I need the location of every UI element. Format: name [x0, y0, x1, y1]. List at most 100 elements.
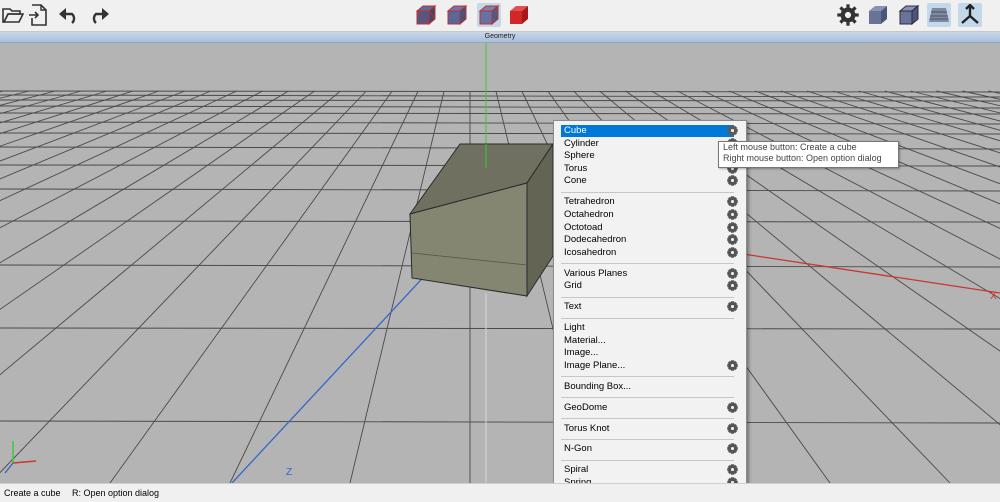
gear-icon[interactable]: [724, 267, 739, 280]
gear-icon[interactable]: [724, 422, 739, 435]
solid-cube-view-button[interactable]: [866, 3, 890, 27]
menu-item-cube[interactable]: Cube: [561, 125, 738, 137]
redo-button[interactable]: [87, 3, 111, 27]
undo-icon: [58, 6, 80, 24]
grid-line: [0, 90, 315, 310]
tooltip-line-left-click: Left mouse button: Create a cube: [723, 142, 857, 152]
menu-item-label: Material...: [564, 334, 606, 346]
menu-item-various-planes[interactable]: Various Planes: [561, 267, 738, 280]
menu-item-spiral[interactable]: Spiral: [561, 464, 738, 476]
menu-separator: [561, 192, 734, 193]
grid-line: [229, 90, 419, 483]
menu-item-tetrahedron[interactable]: Tetrahedron: [561, 196, 738, 208]
menu-separator: [561, 460, 734, 461]
menu-item-label: N-Gon: [564, 443, 592, 455]
menu-item-material[interactable]: Material...: [561, 335, 734, 347]
menu-item-label: Icosahedron: [564, 246, 617, 258]
menu-item-octotoad[interactable]: Octotoad: [561, 222, 738, 234]
menu-item-label: Light: [564, 322, 585, 333]
gear-icon[interactable]: [724, 246, 739, 259]
gear-icon[interactable]: [724, 196, 739, 208]
menu-item-torus-knot[interactable]: Torus Knot: [561, 423, 738, 435]
cube-edge-icon: [898, 4, 920, 26]
3d-viewport[interactable]: X Z: [0, 43, 1000, 483]
flat-cube-button[interactable]: [477, 3, 501, 27]
menu-separator: [561, 397, 734, 399]
gear-icon[interactable]: [724, 280, 739, 292]
gear-icon[interactable]: [724, 401, 739, 414]
menu-item-label: Image...: [564, 347, 599, 359]
menu-separator: [561, 263, 734, 265]
menu-item-image[interactable]: Image...: [561, 347, 734, 359]
gear-icon[interactable]: [724, 125, 739, 137]
menu-item-label: Dodecahedron: [564, 234, 627, 246]
menu-item-label: Image Plane...: [564, 359, 626, 371]
shaded-wire-cube-button[interactable]: [445, 3, 469, 27]
cube-red-icon: [508, 4, 530, 26]
gear-icon[interactable]: [724, 234, 739, 246]
cube-tooltip: Left mouse button: Create a cube Right m…: [718, 141, 899, 168]
cube-object[interactable]: [408, 142, 554, 298]
main-toolbar: [0, 0, 1000, 32]
undo-button[interactable]: [57, 3, 81, 27]
cube-shaded-wire-icon: [446, 4, 468, 26]
menu-separator: [561, 439, 734, 441]
status-bar: Create a cube R: Open option dialog: [0, 483, 1000, 502]
grid-line: [0, 90, 134, 135]
grid-line: [884, 90, 1000, 122]
status-hint-right: R: Open option dialog: [72, 488, 160, 498]
gear-icon[interactable]: [724, 360, 739, 372]
geometry-dropdown-menu: Cube Cylinder Sphere Torus Cone Tetrahedron Oc…: [553, 120, 747, 491]
viewport-canvas[interactable]: X Z: [0, 43, 1000, 483]
menu-item-icosahedron[interactable]: Icosahedron: [561, 246, 738, 259]
z-axis-label: Z: [286, 467, 292, 478]
menu-item-text[interactable]: Text: [561, 301, 738, 313]
grid-line: [0, 121, 1000, 125]
gear-icon[interactable]: [724, 175, 739, 187]
grid-line: [0, 90, 108, 124]
edge-cube-view-button[interactable]: [897, 3, 921, 27]
grid-line: [0, 99, 1000, 102]
menu-item-dodecahedron[interactable]: Dodecahedron: [561, 234, 738, 246]
menu-item-octahedron[interactable]: Octahedron: [561, 208, 738, 221]
menu-item-sphere[interactable]: Sphere: [561, 150, 738, 162]
grid-line: [0, 90, 341, 376]
wireframe-cube-button[interactable]: [414, 3, 438, 27]
menu-item-light[interactable]: Light: [561, 322, 734, 334]
menu-item-torus[interactable]: Torus: [561, 163, 738, 175]
menu-item-geodome[interactable]: GeoDome: [561, 401, 738, 414]
gear-icon[interactable]: [724, 209, 739, 221]
menu-item-cylinder[interactable]: Cylinder: [561, 138, 738, 150]
menu-item-bounding-box[interactable]: Bounding Box...: [561, 381, 734, 393]
cube-solid-icon: [867, 4, 889, 26]
menu-item-grid[interactable]: Grid: [561, 280, 738, 292]
gear-icon[interactable]: [724, 443, 739, 455]
floor-grid-toggle[interactable]: [927, 3, 951, 27]
gear-icon[interactable]: [724, 464, 739, 476]
grid-line: [0, 90, 4, 93]
gear-icon[interactable]: [724, 301, 739, 313]
panel-title: Geometry: [484, 33, 516, 40]
grid-line: [0, 90, 289, 264]
axes-toggle[interactable]: [958, 3, 982, 27]
cube-flat-icon: [478, 4, 500, 26]
gear-icon[interactable]: [724, 221, 739, 234]
grid-line: [0, 327, 1000, 330]
red-cube-button[interactable]: [507, 3, 531, 27]
settings-button[interactable]: [836, 3, 860, 27]
gear-icon: [837, 4, 859, 26]
menu-separator: [561, 317, 734, 319]
open-folder-button[interactable]: [1, 3, 25, 27]
menu-item-label: Text: [564, 301, 582, 313]
menu-item-cone[interactable]: Cone: [561, 175, 738, 187]
menu-item-label: Various Planes: [564, 267, 628, 279]
menu-separator: [561, 376, 734, 378]
menu-item-label: GeoDome: [564, 401, 608, 413]
import-button[interactable]: [26, 3, 50, 27]
menu-item-image-plane[interactable]: Image Plane...: [561, 359, 738, 372]
menu-item-label: Cone: [564, 175, 587, 187]
grid-line: [0, 90, 30, 99]
grid-line: [0, 90, 186, 162]
menu-item-n-gon[interactable]: N-Gon: [561, 443, 738, 455]
menu-item-label: Octahedron: [564, 208, 614, 220]
